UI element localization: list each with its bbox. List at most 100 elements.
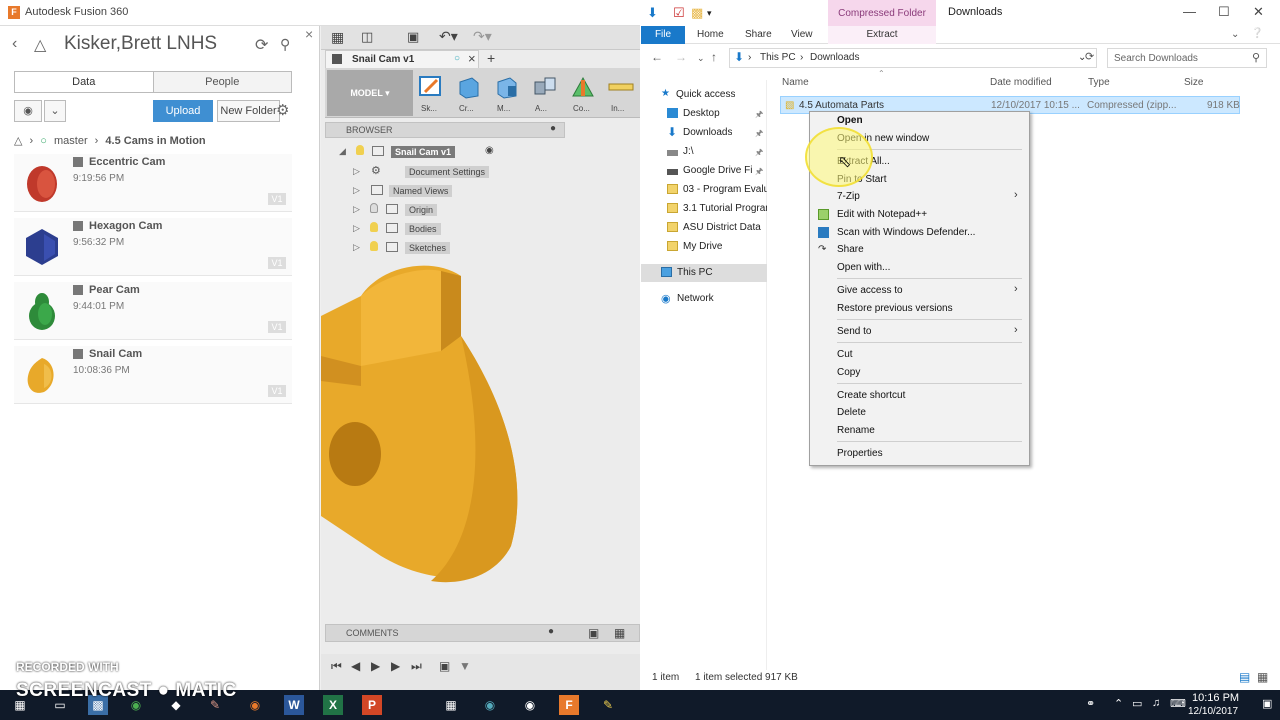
expand-arrow-icon[interactable]: ▷ [353, 185, 360, 196]
browser-node[interactable]: ▷ ⚙ Document Settings [353, 164, 553, 180]
activate-radio-icon[interactable]: ◉ [485, 145, 494, 156]
browser-root-node[interactable]: ◢ Snail Cam v1 ◉ [339, 144, 539, 160]
refresh-icon[interactable]: ⟳ [1085, 50, 1094, 63]
settings-gear-icon[interactable]: ⚙ [276, 101, 289, 119]
workspace-switcher[interactable]: MODEL ▾ [327, 70, 413, 116]
new-folder-button[interactable]: New Folder [217, 100, 280, 122]
address-bar[interactable]: ⬇ › This PC › Downloads ⌄ [729, 48, 1097, 68]
browser-collapse-icon[interactable]: ● [550, 123, 556, 134]
file-menu-icon[interactable]: ◫ [361, 29, 373, 45]
create-tool-icon[interactable] [455, 74, 483, 100]
powerpoint-taskbar-icon[interactable]: P [362, 695, 382, 715]
close-icon[interactable]: ✕ [1253, 4, 1264, 20]
timeline-marker-icon[interactable]: ▼ [459, 659, 471, 673]
document-tab[interactable]: Snail Cam v1 ○ × [325, 50, 479, 68]
visibility-bulb-icon[interactable] [370, 241, 378, 251]
quick-access-dropdown-icon[interactable]: ▾ [707, 8, 712, 19]
menu-edit-notepadpp[interactable]: Edit with Notepad++ [810, 206, 1029, 223]
tab-view[interactable]: View [791, 29, 813, 40]
design-list-item[interactable]: Snail Cam 10:08:36 PM V1 [14, 346, 292, 404]
nav-item-google-drive[interactable]: Google Drive File 🖈 [641, 162, 767, 180]
timeline-play-icon[interactable]: ▶ [371, 659, 380, 673]
search-downloads-field[interactable]: Search Downloads ⚲ [1107, 48, 1267, 68]
breadcrumb-downloads[interactable]: Downloads [810, 52, 859, 63]
assemble-tool-icon[interactable] [531, 74, 559, 100]
volume-icon[interactable]: ♫ [1152, 697, 1160, 709]
menu-open-with[interactable]: Open with... [810, 259, 1029, 276]
timeline-back-icon[interactable]: ◀ [351, 659, 360, 673]
design-list-item[interactable]: Eccentric Cam 9:19:56 PM V1 [14, 154, 292, 212]
save-icon[interactable]: ▣ [407, 29, 419, 45]
timeline-start-icon[interactable]: ⏮ [331, 659, 342, 674]
calculator-taskbar-icon[interactable]: ▦ [441, 695, 461, 715]
project-name[interactable]: 4.5 Cams in Motion [105, 135, 205, 147]
view-toggle-icon[interactable]: ◉ [14, 100, 42, 122]
upload-button[interactable]: Upload [153, 100, 213, 122]
network-tray-icon[interactable]: ▭ [1132, 697, 1142, 710]
nav-item-folder[interactable]: ASU District Data [641, 219, 767, 237]
help-icon[interactable]: ❔ [1251, 28, 1263, 39]
tab-file[interactable]: File [641, 26, 685, 44]
nav-item-downloads[interactable]: ⬇ Downloads 🖈 [641, 124, 767, 142]
branch-name[interactable]: master [54, 135, 88, 147]
timeline-forward-icon[interactable]: ▶ [391, 659, 400, 673]
chrome-taskbar-icon-2[interactable]: ◉ [520, 695, 540, 715]
expand-arrow-icon[interactable]: ▷ [353, 223, 360, 234]
visibility-bulb-icon[interactable] [370, 203, 378, 213]
fusion-360-taskbar-icon[interactable]: F [559, 695, 579, 715]
expand-arrow-icon[interactable]: ◢ [339, 146, 346, 157]
menu-properties[interactable]: Properties [810, 445, 1029, 462]
visibility-bulb-icon[interactable] [356, 145, 364, 155]
nav-item-network[interactable]: ◉ Network [641, 290, 767, 308]
maximize-icon[interactable]: ☐ [1218, 4, 1230, 20]
browser-node[interactable]: ▷ Bodies [353, 221, 553, 237]
snail-cam-3d-model[interactable] [321, 256, 640, 616]
browser-node[interactable]: ▷ Named Views [353, 183, 553, 199]
design-list-item[interactable]: Hexagon Cam 9:56:32 PM V1 [14, 218, 292, 276]
forward-icon[interactable]: → [675, 50, 687, 64]
clock-date[interactable]: 12/10/2017 [1188, 706, 1238, 717]
nav-item-desktop[interactable]: Desktop 🖈 [641, 105, 767, 123]
refresh-icon[interactable]: ⟳ [255, 35, 268, 55]
notifications-icon[interactable]: ▣ [1262, 697, 1272, 710]
sketch-tool-icon[interactable] [417, 74, 445, 100]
menu-7zip[interactable]: 7-Zip › [810, 188, 1029, 205]
breadcrumb-this-pc[interactable]: This PC [760, 52, 796, 63]
details-view-icon[interactable]: ▤ [1239, 670, 1250, 684]
search-icon[interactable]: ⚲ [280, 36, 290, 53]
tab-extract[interactable]: Extract [828, 26, 936, 44]
excel-taskbar-icon[interactable]: X [323, 695, 343, 715]
browser-panel-header[interactable]: BROWSER ● [325, 122, 565, 138]
menu-copy[interactable]: Copy [810, 364, 1029, 381]
back-arrow-icon[interactable]: ‹ [12, 35, 17, 53]
back-icon[interactable]: ← [651, 50, 663, 64]
tab-home[interactable]: Home [697, 29, 724, 40]
menu-delete[interactable]: Delete [810, 404, 1029, 421]
timeline-end-icon[interactable]: ⏭ [411, 659, 422, 674]
inspect-tool-icon[interactable] [607, 74, 635, 100]
hub-breadcrumb-icon[interactable]: △ [14, 135, 22, 147]
recent-locations-icon[interactable]: ⌄ [697, 53, 705, 64]
firefox-taskbar-icon[interactable]: ◉ [245, 695, 265, 715]
nav-item-quick-access[interactable]: ★ Quick access [641, 86, 767, 104]
show-hidden-icons-icon[interactable]: ⌃ [1114, 697, 1123, 710]
word-taskbar-icon[interactable]: W [284, 695, 304, 715]
minimize-icon[interactable]: — [1183, 4, 1196, 19]
menu-cut[interactable]: Cut [810, 346, 1029, 363]
nav-item-folder[interactable]: 03 - Program Evalua [641, 181, 767, 199]
menu-rename[interactable]: Rename [810, 422, 1029, 439]
hub-icon[interactable]: △ [34, 35, 46, 55]
expand-arrow-icon[interactable]: ▷ [353, 204, 360, 215]
modify-tool-icon[interactable] [493, 74, 521, 100]
close-tab-icon[interactable]: × [468, 51, 476, 66]
browser-node[interactable]: ▷ Origin [353, 202, 553, 218]
undo-icon[interactable]: ↶▾ [439, 28, 458, 45]
new-tab-icon[interactable]: + [487, 50, 495, 66]
network-app-taskbar-icon[interactable]: ◉ [480, 695, 500, 715]
nav-item-this-pc[interactable]: This PC [641, 264, 767, 282]
menu-give-access[interactable]: Give access to › [810, 282, 1029, 299]
menu-restore-versions[interactable]: Restore previous versions [810, 300, 1029, 317]
people-icon[interactable]: ⚭ [1086, 697, 1095, 710]
timeline-feature-icon[interactable]: ▣ [439, 659, 450, 673]
tab-share[interactable]: Share [745, 29, 772, 40]
